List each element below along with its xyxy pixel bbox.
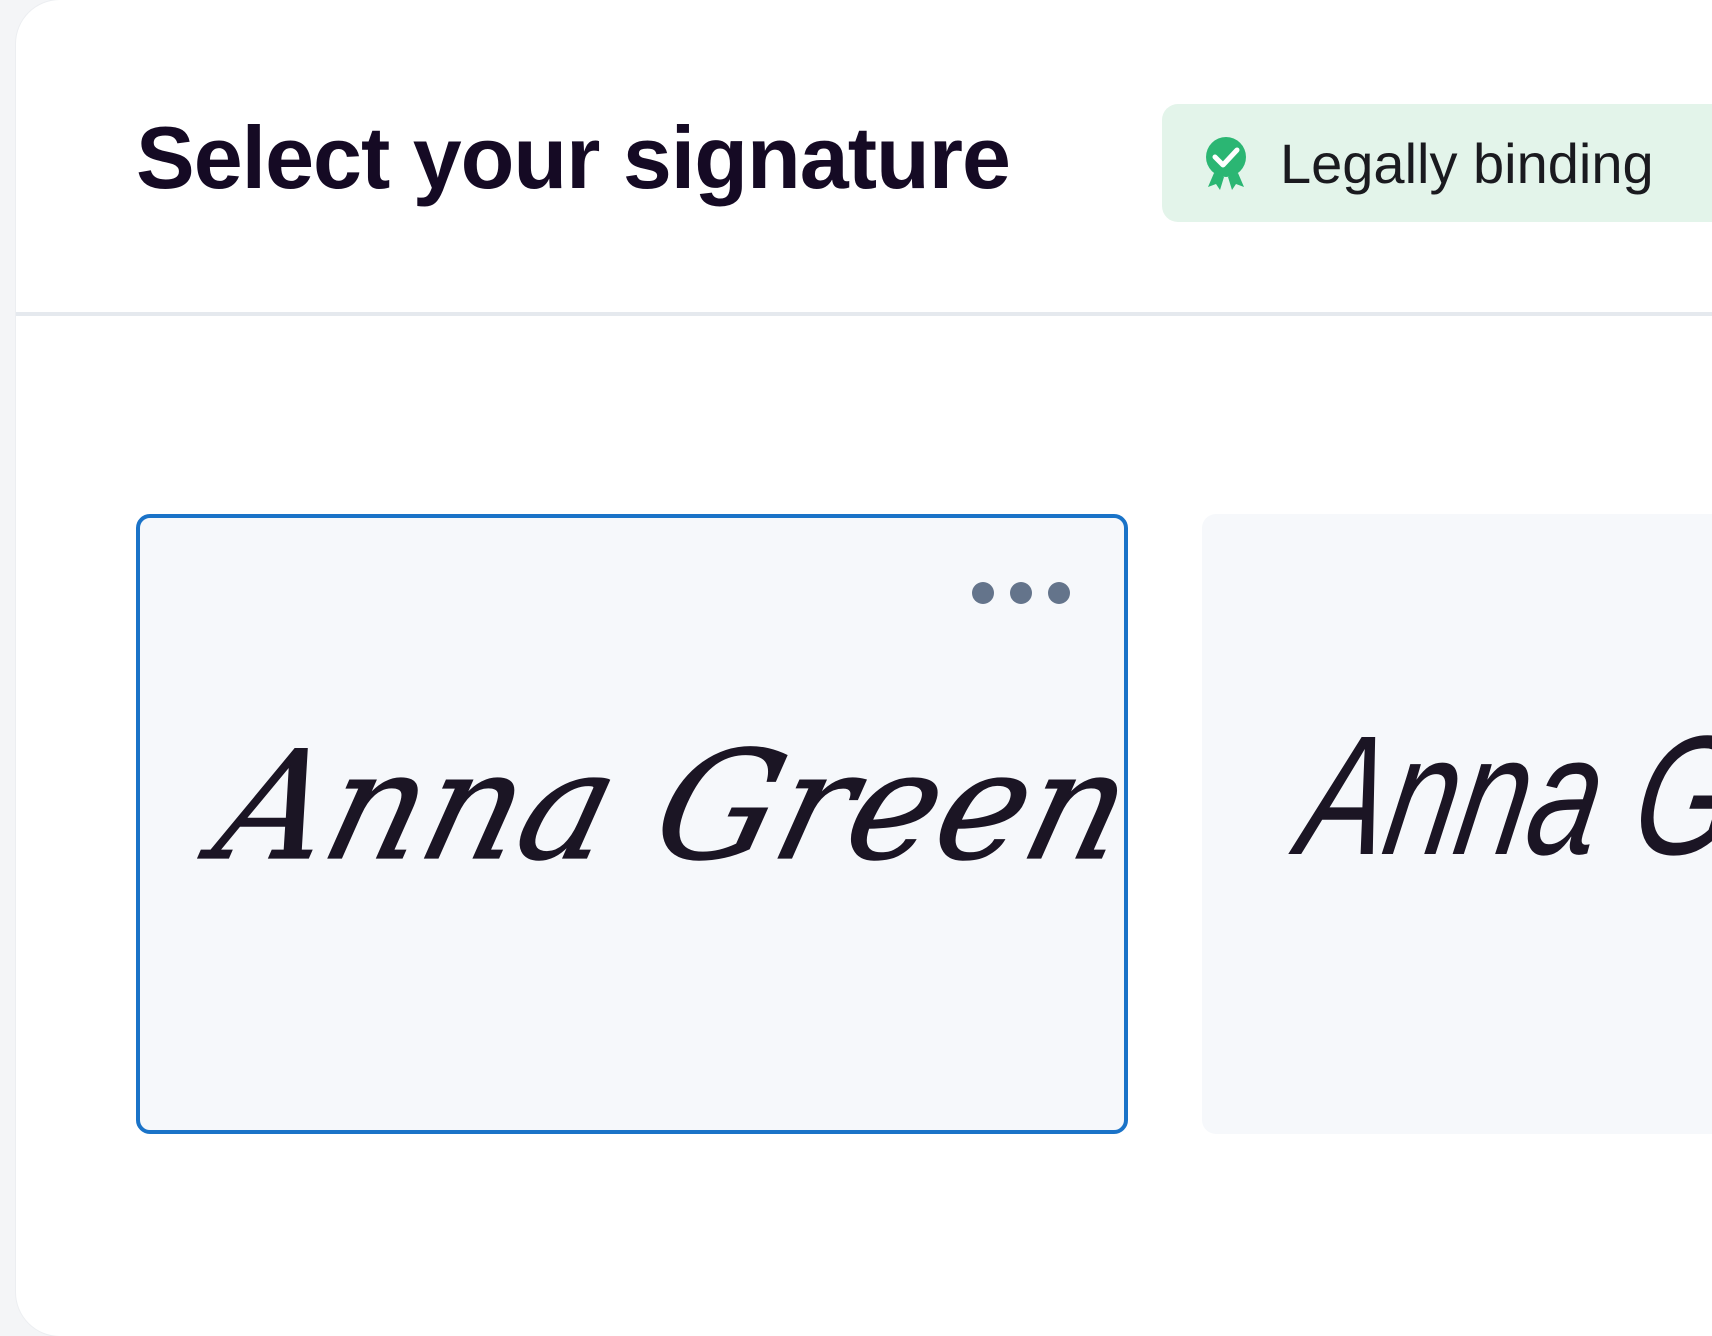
signature-dialog: Select your signature Legally binding An… xyxy=(16,0,1712,1336)
dialog-title: Select your signature xyxy=(136,108,1011,207)
legally-binding-badge: Legally binding xyxy=(1162,104,1712,222)
signature-text-script: Anna Green xyxy=(189,719,1132,893)
dialog-header: Select your signature Legally binding xyxy=(16,0,1712,316)
verified-badge-icon xyxy=(1202,135,1250,191)
signature-option-selected[interactable]: Anna Green xyxy=(136,514,1132,1134)
signature-text-handwritten: Anna G xyxy=(1281,702,1712,891)
badge-label: Legally binding xyxy=(1280,131,1654,195)
signature-option[interactable]: Anna G xyxy=(1202,514,1712,1134)
